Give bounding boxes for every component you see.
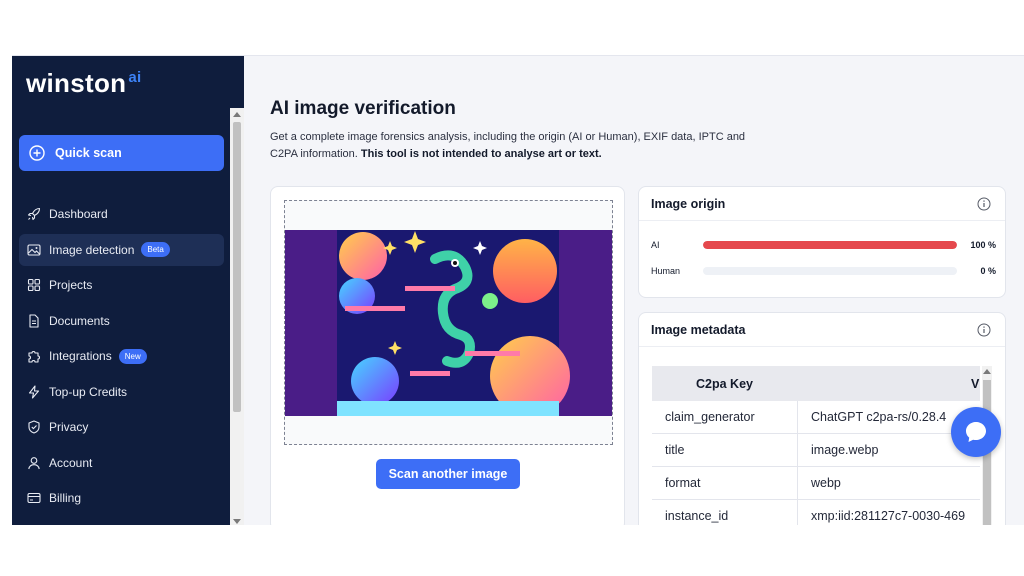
app-window: winston ai Quick scan Dashboard Image det… <box>12 55 1024 525</box>
origin-bar-track <box>703 267 957 275</box>
sidebar-item-documents[interactable]: Documents <box>19 305 224 337</box>
image-drop-zone[interactable] <box>284 200 613 445</box>
table-row: instance_id xmp:iid:281127c7-0030-469 <box>652 500 980 525</box>
puzzle-icon <box>28 351 40 363</box>
grid-icon <box>27 278 41 292</box>
rocket-icon <box>27 207 41 221</box>
sidebar-item-integrations[interactable]: Integrations New <box>19 340 224 372</box>
sidebar-item-billing[interactable]: Billing <box>19 482 224 514</box>
image-metadata-title: Image metadata <box>639 313 1005 347</box>
cell-key: format <box>652 467 798 499</box>
table-row: format webp <box>652 467 980 500</box>
scrollbar-thumb[interactable] <box>233 122 241 412</box>
origin-bar-fill <box>703 241 957 249</box>
sidebar-nav: Dashboard Image detection Beta Projects … <box>19 198 224 518</box>
logo[interactable]: winston ai <box>26 68 141 99</box>
origin-label: AI <box>651 240 660 250</box>
origin-label: Human <box>651 266 681 276</box>
image-upload-card: Scan another image <box>270 186 625 525</box>
cell-value: webp <box>811 476 841 490</box>
lightning-icon <box>28 384 40 399</box>
metadata-table: C2pa Key V claim_generator ChatGPT c2pa-… <box>652 366 980 525</box>
sidebar-item-label: Dashboard <box>49 207 108 221</box>
scan-another-image-button[interactable]: Scan another image <box>376 459 520 489</box>
sidebar-item-top-up-credits[interactable]: Top-up Credits <box>19 376 224 408</box>
info-icon[interactable] <box>977 197 991 211</box>
origin-row-human: Human 0 % <box>651 264 996 278</box>
origin-bar-track <box>703 241 957 249</box>
sidebar-item-dashboard[interactable]: Dashboard <box>19 198 224 230</box>
chat-bubble-icon <box>966 422 986 442</box>
shield-icon <box>28 420 40 434</box>
page-description: Get a complete image forensics analysis,… <box>270 129 750 163</box>
sidebar-item-label: Top-up Credits <box>49 384 128 399</box>
column-header-key: C2pa Key <box>696 376 753 391</box>
uploaded-image <box>285 201 612 444</box>
sidebar-item-label: Image detection <box>49 242 135 257</box>
sidebar-item-projects[interactable]: Projects <box>19 269 224 301</box>
chat-support-button[interactable] <box>951 407 1001 457</box>
new-badge: New <box>118 348 147 364</box>
scroll-down-arrow-icon[interactable] <box>233 519 241 524</box>
sidebar-item-label: Projects <box>49 278 93 292</box>
image-icon <box>27 243 41 256</box>
sidebar-item-account[interactable]: Account <box>19 447 224 479</box>
sidebar-item-label: Privacy <box>49 420 89 434</box>
page-title: AI image verification <box>270 98 456 119</box>
sidebar-item-image-detection[interactable]: Image detection Beta <box>19 233 224 266</box>
cell-key: title <box>652 434 798 466</box>
metadata-table-header: C2pa Key V <box>652 366 980 401</box>
column-header-value: V <box>971 376 980 391</box>
cell-key: instance_id <box>652 500 798 525</box>
image-origin-title: Image origin <box>639 187 1005 221</box>
plus-circle-icon <box>29 145 45 161</box>
description-warning: This tool is not intended to analyse art… <box>360 148 602 160</box>
info-icon[interactable] <box>977 323 991 337</box>
origin-value: 100 % <box>970 240 996 250</box>
sidebar-item-label: Account <box>49 455 93 470</box>
origin-value: 0 % <box>980 266 996 276</box>
document-icon <box>29 313 39 328</box>
cell-value: xmp:iid:281127c7-0030-469 <box>811 509 966 523</box>
scroll-up-arrow-icon[interactable] <box>233 112 241 117</box>
cell-value: image.webp <box>811 443 879 457</box>
table-row: claim_generator ChatGPT c2pa-rs/0.28.4 <box>652 401 980 434</box>
beta-badge: Beta <box>141 242 170 257</box>
sidebar-item-label: Billing <box>49 491 82 505</box>
cell-value: ChatGPT c2pa-rs/0.28.4 <box>811 410 947 424</box>
main-content: AI image verification Get a complete ima… <box>270 56 1010 525</box>
table-row: title image.webp <box>652 434 980 467</box>
logo-text: winston <box>26 68 127 98</box>
user-icon <box>28 456 40 469</box>
quick-scan-label: Quick scan <box>55 146 122 160</box>
sidebar-scrollbar[interactable] <box>230 108 244 525</box>
sidebar-item-label: Documents <box>49 313 110 328</box>
image-metadata-card: Image metadata C2pa Key V claim_generato… <box>638 312 1006 525</box>
cell-key: claim_generator <box>652 401 798 433</box>
sidebar: winston ai Quick scan Dashboard Image det… <box>12 56 244 525</box>
image-origin-card: Image origin AI 100 % Human 0 % <box>638 186 1006 298</box>
scroll-up-arrow-icon[interactable] <box>983 369 991 374</box>
origin-row-ai: AI 100 % <box>651 238 996 252</box>
sidebar-item-label: Integrations <box>49 349 112 363</box>
sidebar-item-privacy[interactable]: Privacy <box>19 411 224 443</box>
quick-scan-button[interactable]: Quick scan <box>19 135 224 171</box>
logo-suffix: ai <box>128 69 142 87</box>
credit-card-icon <box>27 492 41 504</box>
